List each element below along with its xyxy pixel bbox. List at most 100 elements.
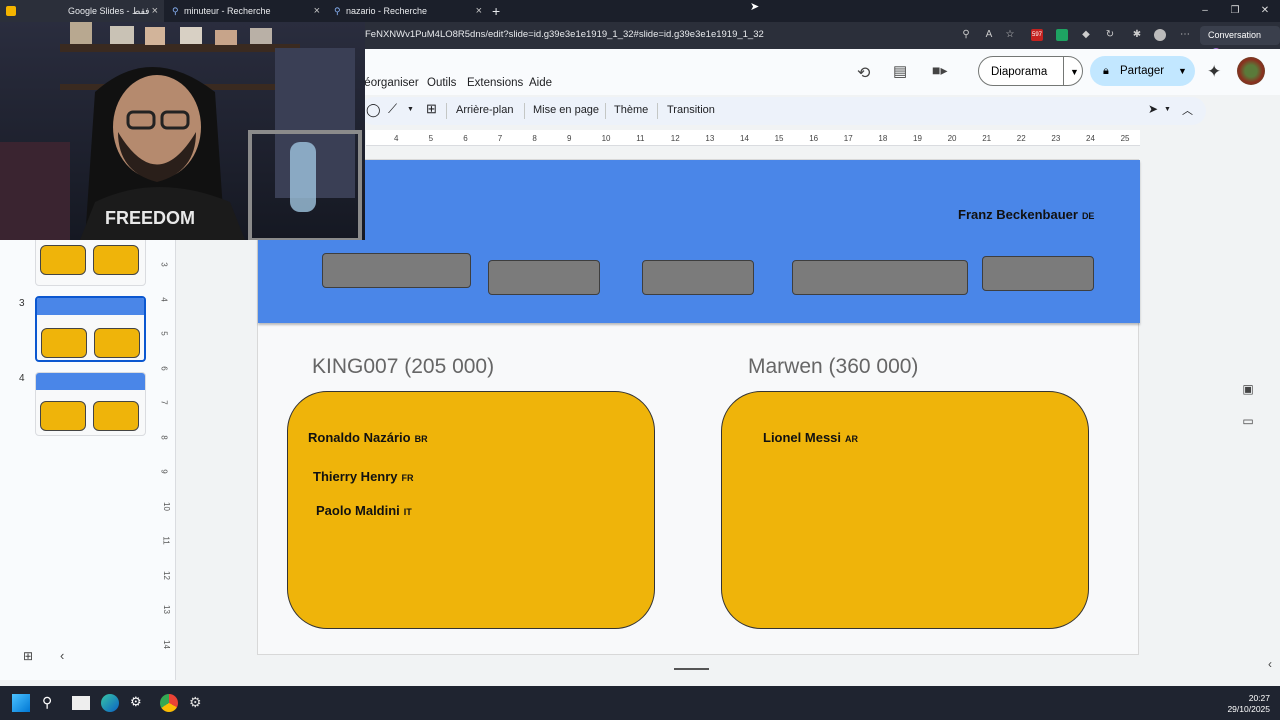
settings-icon[interactable]: ⚙ <box>189 694 207 712</box>
ruler-tick: 19 <box>913 134 922 143</box>
select-pointer-icon[interactable]: ➤ <box>1148 102 1158 116</box>
more-menu-icon[interactable]: ⋯ <box>1179 29 1191 41</box>
tab-title: nazario - Recherche <box>346 6 428 16</box>
player-entry[interactable]: Paolo Maldini IT <box>316 503 412 518</box>
empty-player-slot[interactable] <box>642 260 754 295</box>
version-history-icon[interactable]: ⟲ <box>857 63 870 83</box>
close-window-button[interactable]: ✕ <box>1250 0 1280 22</box>
grid-view-icon[interactable]: ⊞ <box>23 649 33 663</box>
menu-extensions[interactable]: Extensions <box>467 77 523 89</box>
extension-icon[interactable]: ◆ <box>1080 29 1092 41</box>
chrome-icon[interactable] <box>160 694 178 712</box>
thumb-banner <box>37 298 144 315</box>
player-name: Franz Beckenbauer <box>958 207 1078 222</box>
refresh-extension-icon[interactable]: ↻ <box>1104 29 1116 41</box>
chevron-left-icon[interactable]: ‹ <box>1262 657 1278 673</box>
close-tab-icon[interactable]: × <box>476 0 482 22</box>
extensions-puzzle-icon[interactable]: ✱ <box>1131 29 1143 41</box>
line-icon[interactable]: ⟋ <box>388 101 397 117</box>
menu-aide[interactable]: Aide <box>529 77 552 89</box>
player-entry[interactable]: Ronaldo Nazário BR <box>308 430 428 445</box>
profile-avatar[interactable] <box>1154 29 1166 41</box>
windows-taskbar: ⚲ ⚙ ⚙ 20:27 29/10/2025 <box>0 686 1280 720</box>
team-heading-right[interactable]: Marwen (360 000) <box>748 355 918 379</box>
slides-toolbar: ◯ ⟋ ▼ ⊞ Arrière-plan Mise en page Thème … <box>360 97 1206 125</box>
lock-icon: 🔒︎ <box>1103 65 1109 77</box>
empty-player-slot[interactable] <box>982 256 1094 291</box>
team-heading-left[interactable]: KING007 (205 000) <box>312 355 494 379</box>
chevron-down-icon[interactable]: ▼ <box>1063 57 1079 85</box>
zoom-icon[interactable]: ⚲ <box>960 29 972 41</box>
theme-button[interactable]: Thème <box>614 104 648 116</box>
new-tab-button[interactable]: + <box>490 0 510 22</box>
chevron-down-icon[interactable]: ▼ <box>1164 106 1171 113</box>
chevron-down-icon[interactable]: ▼ <box>1178 56 1187 86</box>
chevron-down-icon[interactable]: ▼ <box>407 106 414 113</box>
gemini-sparkle-icon[interactable]: ✦ <box>1207 62 1221 82</box>
edge-icon[interactable] <box>101 694 119 712</box>
speaker-notes-handle[interactable] <box>674 668 709 670</box>
file-explorer-icon[interactable] <box>72 696 90 710</box>
shape-icon[interactable]: ◯ <box>366 102 381 118</box>
blue-banner[interactable]: Franz Beckenbauer DE <box>258 160 1140 323</box>
horizontal-ruler: 4 5 6 7 8 9 10 11 12 13 14 15 16 17 18 19 20 21 22 23 24 25 <box>366 130 1140 146</box>
collapse-toolbar-icon[interactable]: ︿ <box>1182 102 1193 118</box>
player-name: Thierry Henry <box>313 469 398 484</box>
ruler-tick: 14 <box>161 639 171 649</box>
collapse-panel-icon[interactable]: ‹ <box>60 648 64 663</box>
meet-camera-icon[interactable]: ■▸ <box>932 62 947 79</box>
share-button[interactable]: 🔒︎ Partager ▼ <box>1090 56 1195 86</box>
tab-google-slides[interactable]: Google Slides - ﻿فقط × <box>0 0 164 22</box>
slide-thumbnail[interactable] <box>35 372 146 436</box>
webcam-video: FREEDOM <box>0 22 365 240</box>
background-button[interactable]: Arrière-plan <box>456 104 513 116</box>
close-tab-icon[interactable]: × <box>152 0 158 22</box>
divider <box>446 103 447 119</box>
ruler-tick: 11 <box>161 536 171 545</box>
transition-button[interactable]: Transition <box>667 104 715 116</box>
tab-title: minuteur - Recherche <box>184 6 271 16</box>
empty-player-slot[interactable] <box>488 260 600 295</box>
webcam-overlay: FREEDOM <box>0 22 365 240</box>
steam-icon[interactable]: ⚙ <box>130 694 148 712</box>
system-clock[interactable]: 20:27 29/10/2025 <box>1227 693 1270 715</box>
read-aloud-icon[interactable]: A <box>983 29 995 41</box>
url-text[interactable]: FeNXNWv1PuM4LO8R5dns/edit?slide=id.g39e3… <box>365 29 764 40</box>
team-card-left[interactable]: Ronaldo Nazário BR Thierry Henry FR Paolo … <box>287 391 655 629</box>
insert-comment-icon[interactable]: ⊞ <box>426 101 437 117</box>
extension-icon[interactable] <box>1056 29 1068 41</box>
menu-outils[interactable]: Outils <box>427 77 456 89</box>
search-icon[interactable]: ⚲ <box>42 694 60 712</box>
ruler-tick: 9 <box>567 134 572 143</box>
slide-filmstrip: 3 4 ⊞ ‹ <box>0 230 176 680</box>
clock-time: 20:27 <box>1248 693 1270 703</box>
tab-minuteur[interactable]: ⚲ minuteur - Recherche × <box>166 0 326 22</box>
ruler-tick: 9 <box>159 469 169 474</box>
folder-icon[interactable]: ▭ <box>1240 414 1256 430</box>
empty-player-slot[interactable] <box>792 260 968 295</box>
comments-icon[interactable]: ▤ <box>893 62 907 80</box>
mouse-cursor-icon: ➤ <box>750 1 760 13</box>
minimize-button[interactable]: – <box>1190 0 1220 22</box>
ruler-tick: 25 <box>1120 134 1130 143</box>
conversation-button[interactable]: Conversation <box>1200 26 1280 58</box>
close-tab-icon[interactable]: × <box>314 0 320 22</box>
user-avatar[interactable] <box>1237 57 1265 85</box>
empty-player-slot[interactable] <box>322 253 471 288</box>
tab-nazario[interactable]: ⚲ nazario - Recherche × <box>328 0 488 22</box>
menu-reorganiser[interactable]: Réorganiser <box>356 77 419 89</box>
team-card-right[interactable]: Lionel Messi AR <box>721 391 1089 629</box>
extension-badge[interactable]: 597 <box>1031 29 1043 41</box>
player-entry[interactable]: Lionel Messi AR <box>763 430 858 445</box>
restore-button[interactable]: ❐ <box>1220 0 1250 22</box>
favorite-star-icon[interactable]: ☆ <box>1004 29 1016 41</box>
banner-player[interactable]: Franz Beckenbauer DE <box>958 207 1094 222</box>
ruler-tick: 3 <box>159 262 169 267</box>
windows-start-icon[interactable] <box>12 694 30 712</box>
slide-canvas[interactable]: Franz Beckenbauer DE KING007 (205 000) Ma… <box>257 159 1140 655</box>
layout-button[interactable]: Mise en page <box>533 104 599 116</box>
slideshow-button[interactable]: Diaporama ▼ <box>978 56 1083 86</box>
slide-thumbnail-selected[interactable] <box>35 296 146 362</box>
player-entry[interactable]: Thierry Henry FR <box>313 469 414 484</box>
add-image-icon[interactable]: ▣ <box>1240 382 1256 398</box>
